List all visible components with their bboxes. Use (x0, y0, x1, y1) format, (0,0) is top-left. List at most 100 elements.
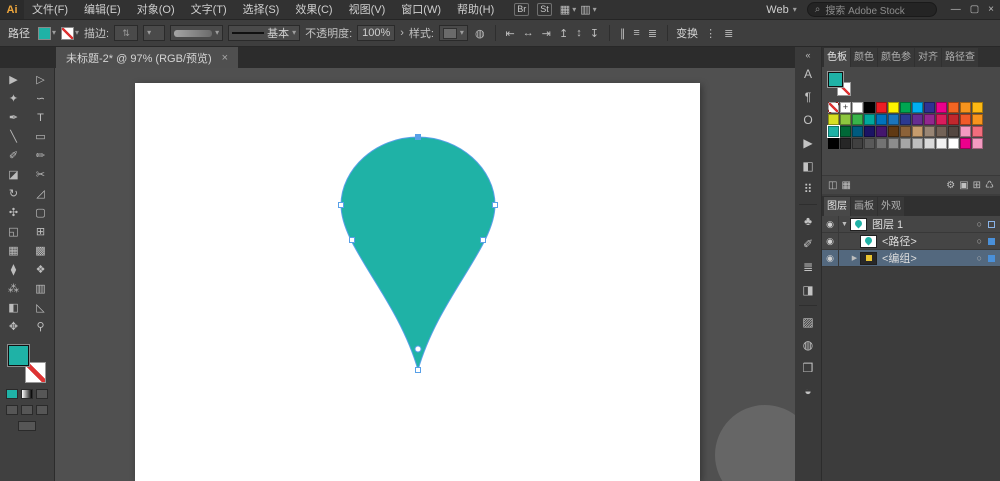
swatch[interactable] (900, 126, 911, 137)
swatch[interactable] (888, 138, 899, 149)
disclosure-triangle-icon[interactable]: ▶ (849, 254, 860, 262)
swatch[interactable] (876, 114, 887, 125)
swatch[interactable] (888, 114, 899, 125)
graphic-style-dropdown[interactable]: ▾ (439, 25, 468, 41)
bridge-button[interactable]: Br (514, 3, 529, 16)
swatch[interactable] (936, 102, 947, 113)
swatch[interactable] (912, 138, 923, 149)
layer-name[interactable]: <编组> (882, 250, 917, 266)
align-vertical-top-icon[interactable]: ↥ (557, 27, 570, 40)
tab-pathfinder[interactable]: 路径查 (942, 48, 978, 67)
swatch[interactable] (972, 102, 983, 113)
anchor-point[interactable] (416, 135, 421, 140)
target-circle-icon[interactable]: ○ (977, 219, 982, 229)
stock-button[interactable]: St (537, 3, 552, 16)
current-fill-swatch[interactable] (828, 72, 843, 87)
swatch[interactable] (948, 114, 959, 125)
type-menu[interactable]: 文字(T) (183, 0, 235, 20)
object-menu[interactable]: 对象(O) (129, 0, 183, 20)
swatch-options-icon[interactable]: ⚙ (946, 180, 955, 191)
opacity-value[interactable]: 100% (357, 25, 395, 41)
distribute-vertical-icon[interactable]: ≣ (646, 27, 659, 40)
fill-color-button[interactable]: ▾ (38, 27, 56, 40)
swatch[interactable] (864, 114, 875, 125)
document-layout-button[interactable]: ▥▾ (580, 3, 596, 16)
anchor-point[interactable] (416, 368, 421, 373)
swatch[interactable] (960, 126, 971, 137)
color-mode-button[interactable] (6, 389, 18, 399)
swatch[interactable] (948, 126, 959, 137)
layer-name[interactable]: 图层 1 (872, 216, 903, 232)
line-segment-tool[interactable]: ╲ (0, 127, 27, 146)
selection-indicator-icon[interactable] (988, 238, 995, 245)
minimize-button[interactable]: — (951, 4, 961, 15)
swatch[interactable] (888, 126, 899, 137)
swatch[interactable] (936, 114, 947, 125)
stroke-color-button[interactable]: ▾ (61, 27, 79, 40)
layer-row[interactable]: ◉▶<编组>○ (822, 250, 1000, 267)
free-transform-tool[interactable]: ▢ (27, 203, 54, 222)
graphic-styles-panel-icon[interactable]: ❒ (795, 356, 821, 379)
stroke-panel-icon[interactable]: ≣ (795, 255, 821, 278)
distribute-center-icon[interactable]: ≡ (631, 27, 641, 39)
swatch[interactable] (828, 126, 839, 137)
stroke-weight-stepper[interactable]: ⇅ (114, 25, 138, 41)
close-button[interactable]: × (988, 4, 994, 15)
swatch[interactable] (864, 102, 875, 113)
target-circle-icon[interactable]: ○ (977, 236, 982, 246)
gradient-mode-button[interactable] (21, 389, 33, 399)
align-vertical-center-icon[interactable]: ↕ (574, 27, 584, 39)
swatch[interactable] (852, 138, 863, 149)
transparency-panel-icon[interactable]: ▨ (795, 310, 821, 333)
close-tab-icon[interactable]: × (222, 52, 228, 64)
symbol-sprayer-tool[interactable]: ⁂ (0, 279, 27, 298)
slice-tool[interactable]: ◺ (27, 298, 54, 317)
align-vertical-bottom-icon[interactable]: ↧ (588, 27, 601, 40)
mesh-tool[interactable]: ▦ (0, 241, 27, 260)
arrange-documents-button[interactable]: ▦▾ (560, 3, 576, 16)
swatch[interactable] (948, 138, 959, 149)
opacity-panel-arrow-icon[interactable]: › (400, 27, 404, 39)
swatch[interactable] (924, 138, 935, 149)
draw-inside-button[interactable] (36, 405, 48, 415)
tab-color-guide[interactable]: 颜色参 (878, 48, 914, 67)
scale-tool[interactable]: ◿ (27, 184, 54, 203)
links-panel-icon[interactable]: ◒ (795, 379, 821, 402)
symbols-panel-icon[interactable]: ♣ (795, 209, 821, 232)
screen-mode-button[interactable] (18, 421, 36, 431)
actions-panel-icon[interactable]: ▶ (795, 131, 821, 154)
swatch[interactable] (924, 102, 935, 113)
paintbrush-tool[interactable]: ✐ (0, 146, 27, 165)
swatch[interactable] (876, 126, 887, 137)
swatch[interactable] (960, 102, 971, 113)
pin-shape[interactable] (341, 137, 495, 370)
file-menu[interactable]: 文件(F) (24, 0, 76, 20)
swatch[interactable] (972, 114, 983, 125)
paragraph-panel-icon[interactable]: ¶ (795, 85, 821, 108)
control-columns-icon[interactable]: ⋮ (703, 27, 718, 40)
character-panel-icon[interactable]: A (795, 62, 821, 85)
swatch[interactable] (960, 138, 971, 149)
layer-row[interactable]: ◉<路径>○ (822, 233, 1000, 250)
stock-search-input[interactable]: ⌕ 搜索 Adobe Stock (807, 2, 937, 17)
document-tab[interactable]: 未标题-2* @ 97% (RGB/预览) × (56, 47, 238, 68)
gradient-panel-icon[interactable]: ◨ (795, 278, 821, 301)
perspective-grid-tool[interactable]: ⊞ (27, 222, 54, 241)
gradient-tool[interactable]: ▩ (27, 241, 54, 260)
disclosure-triangle-icon[interactable]: ▼ (839, 221, 850, 228)
pen-tool[interactable]: ✒ (0, 108, 27, 127)
draw-normal-button[interactable] (6, 405, 18, 415)
visibility-toggle-icon[interactable]: ◉ (822, 250, 839, 267)
swatch[interactable] (840, 114, 851, 125)
app-logo[interactable]: Ai (0, 0, 24, 19)
swatch[interactable] (936, 126, 947, 137)
corner-widget[interactable] (415, 346, 421, 352)
swatch-kinds-menu-icon[interactable]: ▦ (841, 180, 850, 191)
pencil-tool[interactable]: ✏ (27, 146, 54, 165)
visibility-toggle-icon[interactable]: ◉ (822, 216, 839, 233)
canvas-area[interactable] (55, 68, 795, 481)
swatch[interactable] (972, 138, 983, 149)
delete-swatch-icon[interactable]: ♺ (985, 180, 994, 191)
none-mode-button[interactable] (36, 389, 48, 399)
type-tool[interactable]: T (27, 108, 54, 127)
